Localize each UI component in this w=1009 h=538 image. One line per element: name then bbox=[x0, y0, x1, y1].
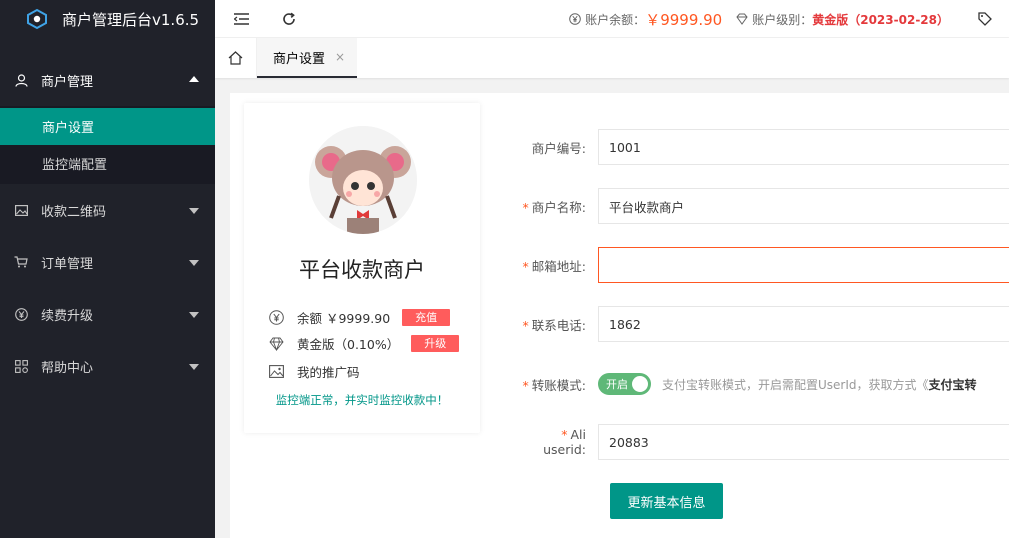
image-icon bbox=[268, 364, 284, 380]
update-info-button[interactable]: 更新基本信息 bbox=[610, 483, 723, 519]
transfer-mode-toggle[interactable]: 开启 bbox=[598, 373, 651, 395]
monitor-status: 监控端正常，并实时监控收款中！ bbox=[275, 393, 449, 407]
sidebar-group-label: 商户管理 bbox=[41, 74, 94, 90]
tab-merchant-settings[interactable]: 商户设置 × bbox=[257, 38, 358, 78]
email-field[interactable] bbox=[598, 247, 1009, 283]
merchant-name-field[interactable] bbox=[598, 188, 1009, 224]
grid-icon bbox=[14, 359, 28, 373]
sidebar: 商户管理后台v1.6.5 商户管理 商户设置 监控端配置 收款二维码 订单管理 bbox=[0, 0, 215, 538]
profile-balance-row: 余额 ￥9999.90 充值 bbox=[268, 308, 451, 327]
menu-collapse-icon[interactable] bbox=[233, 11, 249, 27]
tab-home[interactable] bbox=[215, 38, 257, 78]
sidebar-group-merchant[interactable]: 商户管理 bbox=[0, 54, 215, 106]
tab-label: 商户设置 bbox=[273, 51, 326, 67]
chevron-down-icon bbox=[189, 312, 199, 318]
account-balance: 账户余额： ￥9999.90 bbox=[569, 9, 722, 30]
main-content: 平台收款商户 余额 ￥9999.90 充值 黄金版（0.10%） 升级 我的推广… bbox=[230, 93, 1009, 538]
yen-circle-icon bbox=[268, 310, 284, 326]
level-value: 黄金版（2023-02-28） bbox=[812, 12, 949, 27]
account-level: 账户级别： 黄金版（2023-02-28） bbox=[736, 11, 949, 28]
balance-label: 账户余额： bbox=[585, 12, 646, 27]
user-icon bbox=[14, 73, 28, 87]
sidebar-group-help[interactable]: 帮助中心 bbox=[0, 340, 215, 392]
sidebar-group-orders[interactable]: 订单管理 bbox=[0, 236, 215, 288]
form-row-phone: * 联系电话: bbox=[520, 306, 1009, 342]
home-icon bbox=[228, 51, 243, 65]
tag-icon[interactable] bbox=[977, 11, 993, 27]
top-header: 账户余额： ￥9999.90 账户级别： 黄金版（2023-02-28） bbox=[215, 0, 1009, 38]
form-row-transfer-mode: * 转账模式: 开启 支付宝转账模式，开启需配置UserId，获取方式《支付宝转 bbox=[520, 373, 977, 395]
recharge-button[interactable]: 充值 bbox=[402, 309, 451, 326]
sidebar-group-label: 帮助中心 bbox=[41, 360, 94, 376]
profile-promo-row[interactable]: 我的推广码 bbox=[268, 362, 360, 381]
chevron-down-icon bbox=[189, 260, 199, 266]
image-icon bbox=[14, 203, 28, 217]
sidebar-group-label: 收款二维码 bbox=[41, 204, 107, 220]
cart-icon bbox=[14, 255, 28, 269]
profile-level-row: 黄金版（0.10%） 升级 bbox=[268, 334, 460, 353]
diamond-icon bbox=[736, 13, 748, 25]
sidebar-group-qrcode[interactable]: 收款二维码 bbox=[0, 184, 215, 236]
form-row-email: * 邮箱地址: bbox=[520, 247, 1009, 283]
transfer-mode-tip: 支付宝转账模式，开启需配置UserId，获取方式《支付宝转 bbox=[662, 377, 977, 392]
toggle-knob bbox=[632, 376, 648, 392]
page-tabs: 商户设置 × bbox=[215, 38, 1009, 78]
toggle-label: 开启 bbox=[606, 378, 628, 391]
sidebar-group-renew[interactable]: 续费升级 bbox=[0, 288, 215, 340]
diamond-icon bbox=[268, 336, 284, 352]
merchant-name-label: * 商户名称: bbox=[522, 199, 586, 215]
sidebar-group-label: 订单管理 bbox=[41, 256, 94, 272]
profile-level: 黄金版（0.10%） bbox=[297, 337, 400, 352]
mouse-girl-avatar-icon bbox=[309, 126, 417, 234]
logo-eye-icon bbox=[27, 8, 47, 30]
transfer-mode-label: * 转账模式: bbox=[522, 377, 586, 393]
phone-field[interactable] bbox=[598, 306, 1009, 342]
merchant-profile-card: 平台收款商户 余额 ￥9999.90 充值 黄金版（0.10%） 升级 我的推广… bbox=[244, 103, 480, 433]
level-label: 账户级别： bbox=[752, 12, 813, 27]
header-account-info: 账户余额： ￥9999.90 账户级别： 黄金版（2023-02-28） bbox=[569, 0, 1009, 38]
form-row-merchant-id: 商户编号: bbox=[520, 129, 1009, 165]
profile-balance: 余额 ￥9999.90 bbox=[297, 311, 391, 326]
sidebar-submenu-merchant: 商户设置 监控端配置 bbox=[0, 106, 215, 184]
form-row-merchant-name: * 商户名称: bbox=[520, 188, 1009, 224]
promo-code-link[interactable]: 我的推广码 bbox=[297, 362, 360, 381]
sidebar-group-label: 续费升级 bbox=[41, 308, 94, 324]
chevron-up-icon bbox=[189, 76, 199, 82]
avatar bbox=[309, 126, 417, 234]
chevron-down-icon bbox=[189, 208, 199, 214]
refresh-icon[interactable] bbox=[281, 11, 297, 27]
app-logo[interactable]: 商户管理后台v1.6.5 bbox=[0, 0, 215, 38]
sidebar-item-label: 监控端配置 bbox=[42, 158, 108, 173]
yen-circle-icon bbox=[14, 307, 28, 321]
sidebar-item-merchant-settings[interactable]: 商户设置 bbox=[0, 108, 215, 145]
merchant-id-field[interactable] bbox=[598, 129, 1009, 165]
sidebar-item-label: 商户设置 bbox=[42, 121, 95, 136]
email-label: * 邮箱地址: bbox=[522, 258, 586, 274]
yen-circle-icon bbox=[569, 13, 581, 25]
upgrade-button[interactable]: 升级 bbox=[411, 335, 460, 352]
ali-userid-label: * Ali userid: bbox=[543, 427, 586, 457]
form-row-ali-userid: * Ali userid: bbox=[520, 424, 1009, 460]
merchant-id-label: 商户编号: bbox=[531, 140, 586, 156]
ali-userid-field[interactable] bbox=[598, 424, 1009, 460]
sidebar-item-monitor-config[interactable]: 监控端配置 bbox=[0, 145, 215, 182]
app-title: 商户管理后台v1.6.5 bbox=[62, 10, 200, 29]
merchant-name: 平台收款商户 bbox=[299, 258, 425, 282]
chevron-down-icon bbox=[189, 364, 199, 370]
transfer-mode-tip-link[interactable]: 支付宝转 bbox=[929, 378, 977, 392]
phone-label: * 联系电话: bbox=[522, 317, 586, 333]
balance-value: ￥9999.90 bbox=[645, 10, 723, 29]
close-icon[interactable]: × bbox=[335, 50, 345, 64]
